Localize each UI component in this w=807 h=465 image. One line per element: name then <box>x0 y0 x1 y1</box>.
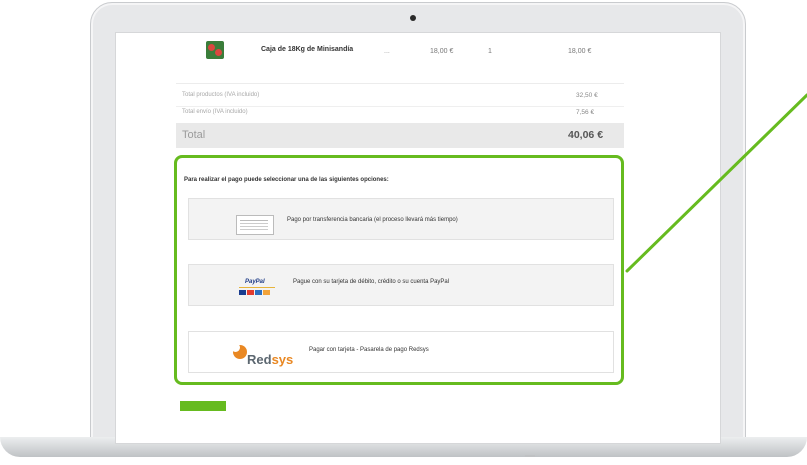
callout-pointer-line <box>625 93 807 273</box>
